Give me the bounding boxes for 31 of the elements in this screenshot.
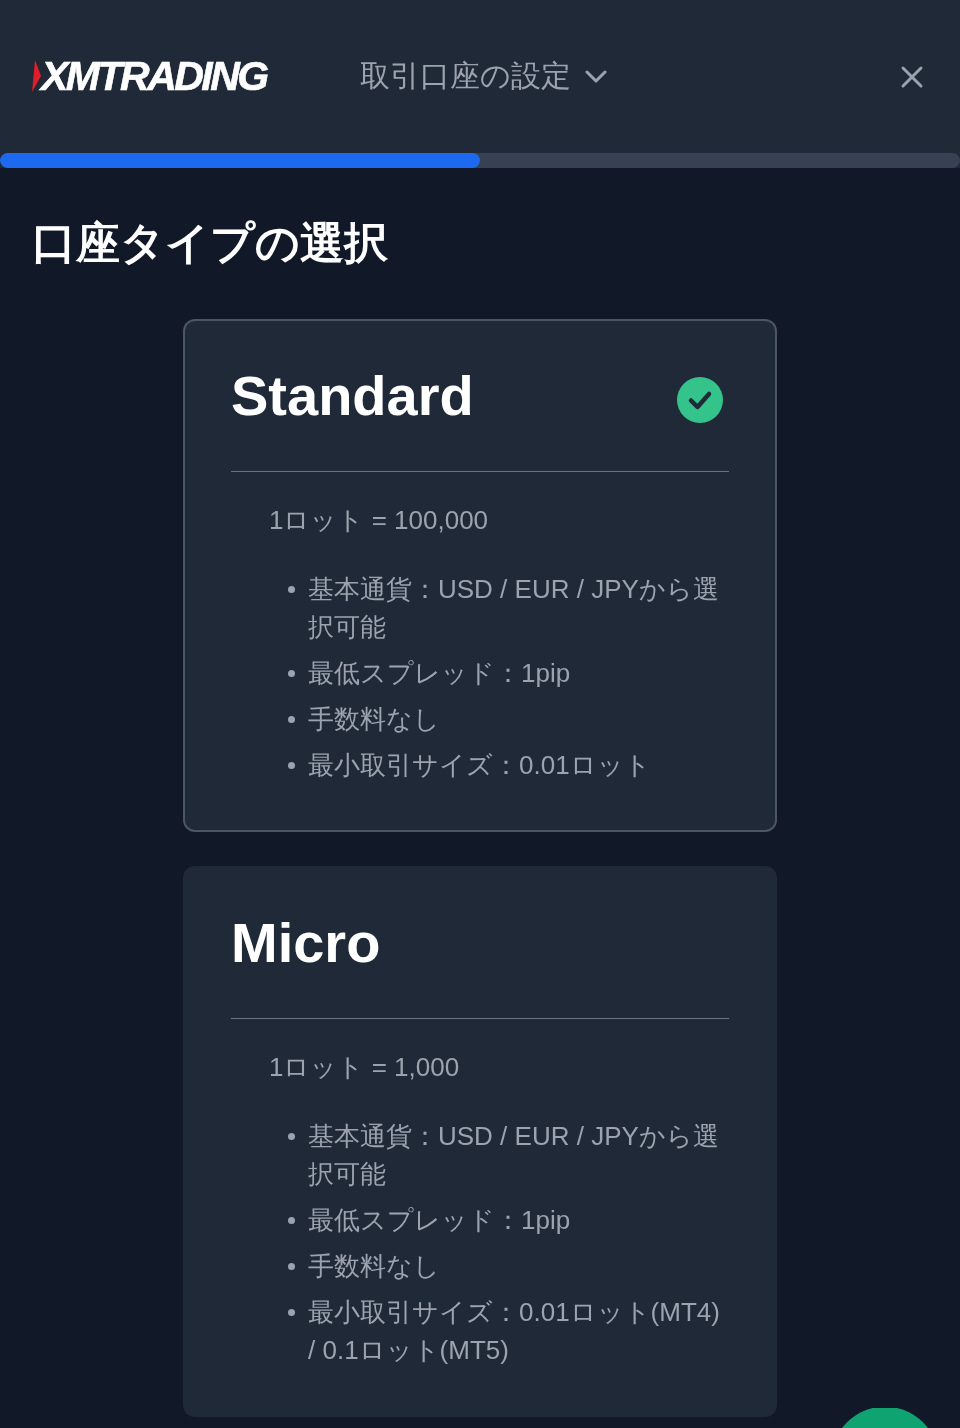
chevron-down-icon — [585, 69, 607, 84]
bullet-icon — [288, 1309, 295, 1316]
feature-text: 基本通貨：USD / EUR / JPYから選択可能 — [308, 573, 720, 644]
check-circle-icon — [677, 377, 723, 423]
feature-text: 基本通貨：USD / EUR / JPYから選択可能 — [308, 1120, 720, 1191]
bullet-icon — [288, 1133, 295, 1140]
feature-text: 最低スプレッド：1pip — [308, 657, 572, 690]
bullet-icon — [288, 1217, 295, 1224]
feature-text: 最低スプレッド：1pip — [308, 1204, 572, 1237]
close-button[interactable] — [900, 64, 924, 89]
feature-text: 最小取引サイズ：0.01ロット — [308, 749, 652, 782]
account-type-name: Standard — [231, 364, 474, 428]
account-settings-dropdown[interactable]: 取引口座の設定 — [360, 56, 607, 97]
account-type-card[interactable]: Micro 1ロット = 1,000 基本通貨：USD / EUR / JPYから選択可能 最低スプレッド：1pip 手数料なし 最小取引サイズ：0.01ロット(MT4) / 0.1ロット(MT5) — [183, 866, 777, 1417]
bullet-icon — [288, 716, 295, 723]
floating-action-button[interactable] — [842, 1408, 928, 1428]
feature-text: 最小取引サイズ：0.01ロット(MT4) / 0.1ロット(MT5) — [308, 1296, 721, 1367]
bullet-icon — [288, 670, 295, 677]
account-type-name: Micro — [231, 911, 381, 975]
logo-text: XMTRADING — [41, 53, 267, 98]
close-icon — [900, 64, 924, 89]
feature-text: 手数料なし — [308, 1250, 441, 1283]
page-heading: 口座タイプの選択 — [32, 217, 389, 269]
account-type-card[interactable]: Standard 1ロット = 100,000 基本通貨：USD / EUR / JPYから選択可能 最低スプレッド：1pip 手数料なし 最小取引サイズ：0.01ロット — [183, 319, 777, 832]
bullet-icon — [288, 762, 295, 769]
feature-text: 手数料なし — [308, 703, 441, 736]
bullet-icon — [288, 1263, 295, 1270]
lot-size-text: 1ロット = 100,000 — [269, 504, 490, 537]
logo-mark-icon — [32, 59, 41, 92]
bullet-icon — [288, 586, 295, 593]
lot-size-text: 1ロット = 1,000 — [269, 1051, 461, 1084]
